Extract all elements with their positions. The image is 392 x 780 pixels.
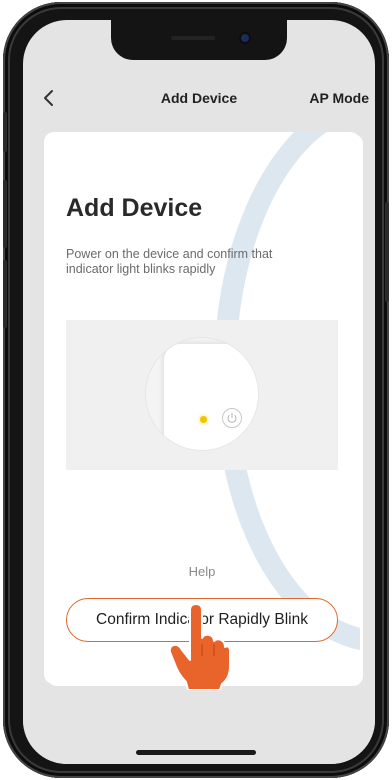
speaker — [171, 36, 215, 40]
silent-switch — [3, 112, 7, 152]
device-illustration — [66, 320, 338, 470]
power-button-icon — [222, 408, 242, 428]
add-device-card: Add Device Power on the device and confi… — [44, 132, 360, 684]
indicator-light-icon — [200, 416, 207, 423]
device-zoom-circle — [146, 338, 258, 450]
card-title: Add Device — [66, 194, 203, 222]
pointing-hand-icon — [170, 604, 230, 690]
instruction-text: Power on the device and confirm that ind… — [66, 247, 273, 276]
volume-down-button — [3, 260, 7, 328]
notch — [111, 20, 287, 60]
navigation-bar: Add Device AP Mode — [23, 78, 375, 118]
device-body — [164, 344, 258, 450]
help-link[interactable]: Help — [44, 564, 360, 579]
volume-up-button — [3, 180, 7, 248]
front-camera — [241, 34, 249, 42]
home-indicator — [136, 750, 256, 755]
side-button — [385, 202, 389, 302]
ap-mode-link[interactable]: AP Mode — [309, 90, 369, 106]
